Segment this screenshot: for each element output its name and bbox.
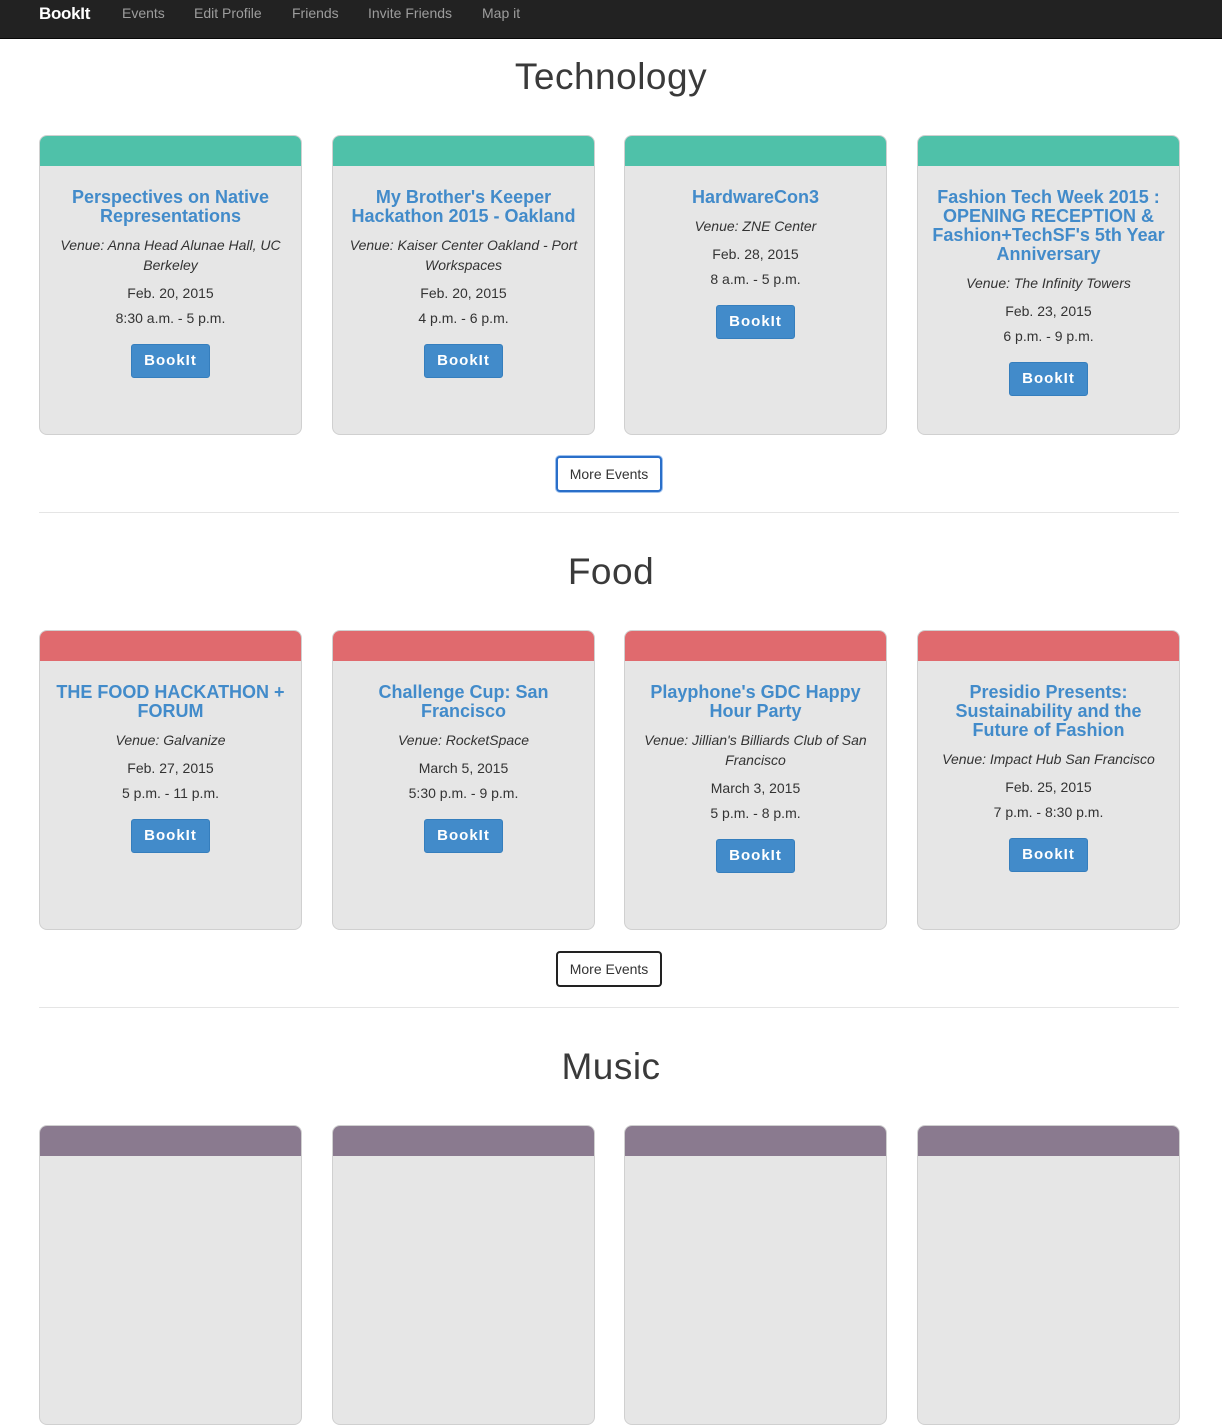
event-card: HardwareCon3 Venue: ZNE Center Feb. 28, … [624, 135, 887, 435]
event-venue: Venue: Jillian's Billiards Club of San F… [644, 732, 867, 768]
nav-item-edit-profile[interactable]: Edit Profile [194, 5, 262, 21]
card-color-band [333, 631, 594, 661]
event-title-link[interactable]: Challenge Cup: San Francisco [347, 683, 580, 721]
event-card [624, 1125, 887, 1425]
section-title-food: Food [567, 551, 655, 592]
event-date: Feb. 20, 2015 [127, 285, 214, 301]
card-body: Presidio Presents: Sustainability and th… [918, 661, 1179, 872]
event-card: Perspectives on Native Representations V… [39, 135, 302, 435]
bookit-button[interactable]: BookIt [131, 344, 210, 378]
nav-item-friends[interactable]: Friends [292, 5, 339, 21]
event-title-link[interactable]: Fashion Tech Week 2015 : OPENING RECEPTI… [932, 188, 1165, 264]
event-date: Feb. 25, 2015 [1005, 779, 1092, 795]
card-color-band [625, 631, 886, 661]
section-divider [39, 512, 1179, 513]
top-navbar: BookIt Events Edit Profile Friends Invit… [0, 0, 1222, 39]
event-venue: Venue: The Infinity Towers [966, 275, 1131, 291]
bookit-button[interactable]: BookIt [716, 839, 795, 873]
card-color-band [40, 631, 301, 661]
card-color-band [333, 136, 594, 166]
event-time: 8 a.m. - 5 p.m. [710, 271, 801, 287]
nav-item-invite-friends[interactable]: Invite Friends [368, 5, 452, 21]
event-title-link[interactable]: Playphone's GDC Happy Hour Party [639, 683, 872, 721]
event-time: 5:30 p.m. - 9 p.m. [408, 785, 519, 801]
event-date: Feb. 28, 2015 [712, 246, 799, 262]
event-date: March 3, 2015 [710, 780, 801, 796]
event-time: 8:30 a.m. - 5 p.m. [115, 310, 226, 326]
card-color-band [918, 136, 1179, 166]
bookit-button[interactable]: BookIt [424, 344, 503, 378]
card-body: My Brother's Keeper Hackathon 2015 - Oak… [333, 166, 594, 378]
event-card: Presidio Presents: Sustainability and th… [917, 630, 1180, 930]
bookit-button[interactable]: BookIt [131, 819, 210, 853]
event-time: 7 p.m. - 8:30 p.m. [993, 804, 1104, 820]
event-time: 5 p.m. - 11 p.m. [122, 785, 219, 801]
section-title-music: Music [561, 1046, 661, 1087]
event-time: 4 p.m. - 6 p.m. [418, 310, 509, 326]
card-color-band [625, 136, 886, 166]
event-card: Playphone's GDC Happy Hour Party Venue: … [624, 630, 887, 930]
card-color-band [40, 136, 301, 166]
section-title-technology: Technology [514, 56, 708, 97]
event-title-link[interactable]: HardwareCon3 [639, 188, 872, 207]
event-date: Feb. 20, 2015 [420, 285, 507, 301]
event-venue: Venue: ZNE Center [694, 218, 817, 234]
event-venue: Venue: Kaiser Center Oakland - Port Work… [349, 237, 578, 273]
bookit-button[interactable]: BookIt [1009, 362, 1088, 396]
card-color-band [918, 1126, 1179, 1156]
event-venue: Venue: RocketSpace [397, 732, 529, 748]
event-card [39, 1125, 302, 1425]
card-body: Fashion Tech Week 2015 : OPENING RECEPTI… [918, 166, 1179, 396]
event-venue: Venue: Anna Head Alunae Hall, UC Berkele… [60, 237, 281, 273]
event-card: Fashion Tech Week 2015 : OPENING RECEPTI… [917, 135, 1180, 435]
bookit-button[interactable]: BookIt [1009, 838, 1088, 872]
event-title-link[interactable]: Perspectives on Native Representations [54, 188, 287, 226]
card-color-band [40, 1126, 301, 1156]
event-venue: Venue: Galvanize [115, 732, 226, 748]
event-time: 6 p.m. - 9 p.m. [1003, 328, 1094, 344]
card-body: THE FOOD HACKATHON + FORUM Venue: Galvan… [40, 661, 301, 853]
more-events-button-food[interactable]: More Events [556, 951, 662, 987]
event-date: Feb. 27, 2015 [127, 760, 214, 776]
section-divider [39, 1007, 1179, 1008]
event-card: THE FOOD HACKATHON + FORUM Venue: Galvan… [39, 630, 302, 930]
event-card [332, 1125, 595, 1425]
event-time: 5 p.m. - 8 p.m. [710, 805, 801, 821]
card-body: HardwareCon3 Venue: ZNE Center Feb. 28, … [625, 166, 886, 339]
event-date: March 5, 2015 [418, 760, 509, 776]
card-body: Challenge Cup: San Francisco Venue: Rock… [333, 661, 594, 853]
card-color-band [625, 1126, 886, 1156]
brand-logo-link[interactable]: BookIt [39, 4, 90, 24]
event-venue: Venue: Impact Hub San Francisco [942, 751, 1155, 767]
bookit-button[interactable]: BookIt [716, 305, 795, 339]
card-body: Playphone's GDC Happy Hour Party Venue: … [625, 661, 886, 873]
card-color-band [918, 631, 1179, 661]
bookit-button[interactable]: BookIt [424, 819, 503, 853]
event-card: Challenge Cup: San Francisco Venue: Rock… [332, 630, 595, 930]
event-card: My Brother's Keeper Hackathon 2015 - Oak… [332, 135, 595, 435]
card-body: Perspectives on Native Representations V… [40, 166, 301, 378]
more-events-button-technology[interactable]: More Events [556, 456, 662, 492]
nav-item-events[interactable]: Events [122, 5, 165, 21]
event-title-link[interactable]: Presidio Presents: Sustainability and th… [932, 683, 1165, 740]
nav-item-map-it[interactable]: Map it [482, 5, 520, 21]
event-title-link[interactable]: My Brother's Keeper Hackathon 2015 - Oak… [347, 188, 580, 226]
event-card [917, 1125, 1180, 1425]
card-color-band [333, 1126, 594, 1156]
event-title-link[interactable]: THE FOOD HACKATHON + FORUM [54, 683, 287, 721]
event-date: Feb. 23, 2015 [1005, 303, 1092, 319]
